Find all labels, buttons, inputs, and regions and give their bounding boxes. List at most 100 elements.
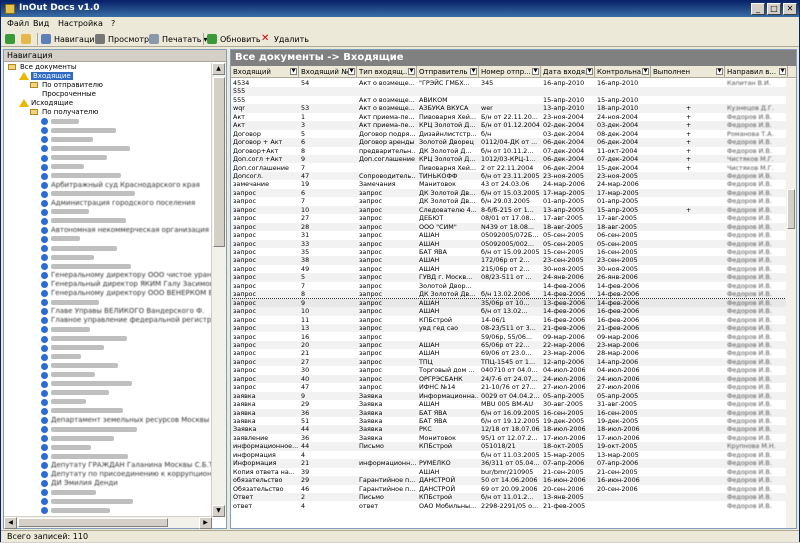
table-row[interactable]: Акт 3 Акт приема-пе... КРЦ Золотой Д... Б/н … bbox=[231, 121, 788, 130]
table-row[interactable]: запрос 27 запрос ТПЦ ТПЦ-1545 от 1... 12-апр-… bbox=[231, 357, 788, 367]
back-button[interactable] bbox=[5, 32, 18, 46]
table-row[interactable]: запрос 28 запрос ООО "СИМ" N439 от 18.08... 1… bbox=[231, 222, 788, 232]
table-row[interactable]: запрос 8 запрос ДК Золотой Дв... б/н 13.02.2… bbox=[231, 290, 788, 299]
tree-recipient-item[interactable] bbox=[41, 253, 94, 262]
tree-node[interactable]: По отправителю bbox=[30, 81, 103, 90]
table-row[interactable]: запрос 35 запрос БАТ ЯВА б/н от 15.09.2005 15… bbox=[231, 248, 788, 256]
tree-recipient-item[interactable] bbox=[41, 117, 79, 126]
grid-scroll-thumb[interactable] bbox=[787, 189, 795, 229]
table-row[interactable]: запрос 7 запрос ДК Золотой Дв... б/н 29.03.2… bbox=[231, 197, 788, 205]
tree-recipient-item[interactable] bbox=[41, 398, 86, 407]
table-row[interactable]: запрос 21 запрос АШАН 69/06 от 23.0... 23-мар… bbox=[231, 349, 788, 357]
grid-vertical-scrollbar[interactable] bbox=[786, 79, 796, 528]
column-header[interactable]: Контрольна... ▼ bbox=[595, 66, 651, 78]
tree-recipient-item[interactable] bbox=[41, 443, 91, 452]
table-row[interactable]: запрос 30 запрос Торговый дом ... 040710 от … bbox=[231, 366, 788, 374]
table-row[interactable]: заявка 29 Заявка АШАН МВU 005 ВМ-АU 30-авг-20… bbox=[231, 400, 788, 408]
column-header[interactable]: Тип входящ... ▼ bbox=[357, 66, 417, 78]
table-row[interactable]: запрос 10 запрос АШАН б/н от 13.02... 14-фев-… bbox=[231, 307, 788, 316]
column-header[interactable]: Дата входя... ▼ bbox=[541, 66, 595, 78]
tree-recipient-item[interactable]: Главе Управы ВЕЛИКОГО Вандерского Ф. bbox=[41, 307, 204, 316]
tree-recipient-item[interactable] bbox=[41, 172, 121, 181]
navigation-button[interactable]: Навигация bbox=[41, 32, 99, 46]
tree-recipient-item[interactable]: Депутату по присоединению к коррупционно… bbox=[41, 470, 212, 479]
table-row[interactable]: запрос 13 запрос увд гед сао 08-23/511 от 3.… bbox=[231, 324, 788, 333]
table-row[interactable]: заявление 36 Заявка Монитовок 95/1 от 12.07.… bbox=[231, 434, 788, 442]
tree-recipient-item[interactable] bbox=[41, 262, 131, 271]
tree-recipient-item[interactable]: Генеральному директору ООО чистое уранно… bbox=[41, 271, 212, 280]
menu-settings[interactable]: Настройка bbox=[58, 19, 103, 28]
column-header[interactable]: Выполнен ▼ bbox=[651, 66, 725, 78]
table-row[interactable]: запрос 27 запрос ДЕБЮТ 08/01 от 17.08... 17-а… bbox=[231, 214, 788, 222]
scroll-left-arrow[interactable]: ◀ bbox=[4, 517, 17, 529]
table-row[interactable]: Информация 21 информационн... РУМЕЛКО 36/311… bbox=[231, 459, 788, 468]
filter-dropdown-icon[interactable]: ▼ bbox=[716, 68, 723, 75]
tree-recipient-item[interactable] bbox=[41, 362, 118, 371]
table-row[interactable]: заявка 51 Заявка БАТ ЯВА б/н от 19.12.2005 19… bbox=[231, 417, 788, 425]
tree-recipient-item[interactable] bbox=[41, 452, 128, 461]
tree-recipient-item[interactable] bbox=[41, 425, 137, 434]
preview-button[interactable]: Просмотр bbox=[95, 32, 149, 46]
filter-dropdown-icon[interactable]: ▼ bbox=[642, 68, 649, 75]
tree-node[interactable]: По получателю bbox=[30, 108, 98, 117]
tree-recipient-item[interactable] bbox=[41, 407, 123, 416]
tree-recipient-item[interactable]: Главное управление федеральной регистрац… bbox=[41, 316, 212, 325]
table-row[interactable]: запрос 31 запрос АШАН 05092005/072Б... 05-сен… bbox=[231, 231, 788, 239]
table-row[interactable]: запрос 16 запрос 59/06р, 55/06... 09-мар-200… bbox=[231, 333, 788, 341]
table-row[interactable]: wqr 53 Акт о возмеще... АЗБУКА ВКУСА wer 13-а… bbox=[231, 104, 788, 113]
table-row[interactable]: запрос 40 запрос ОРГРЭСБАНК 24/7-6 от 24.07.… bbox=[231, 374, 788, 384]
table-row[interactable]: запрос 11 запрос КПБстрой 14-06/1 16-фев-2006… bbox=[231, 316, 788, 324]
filter-dropdown-icon[interactable]: ▼ bbox=[470, 68, 477, 75]
table-row[interactable]: 4534 54 Акт о возмеще... "ГРЭЙС ГМБХ... 345 1… bbox=[231, 79, 788, 87]
column-header[interactable]: Входящий ▼ bbox=[231, 66, 299, 78]
tree-recipient-item[interactable] bbox=[41, 235, 80, 244]
tree-recipient-item[interactable] bbox=[41, 389, 109, 398]
table-row[interactable]: запрос 38 запрос АШАН 172/06р от 2... 23-сен-… bbox=[231, 256, 788, 265]
tree-recipient-item[interactable] bbox=[41, 154, 107, 163]
filter-dropdown-icon[interactable]: ▼ bbox=[408, 68, 415, 75]
tree-recipient-item[interactable] bbox=[41, 325, 90, 334]
tree-recipient-item[interactable] bbox=[41, 497, 133, 506]
filter-dropdown-icon[interactable]: ▼ bbox=[290, 68, 297, 75]
open-button[interactable] bbox=[21, 32, 34, 46]
table-row[interactable]: обязательство 29 Гарантийное п... ДАНСТРОЙ 5… bbox=[231, 476, 788, 485]
table-row[interactable]: запрос 10 запрос Следователю 4... 8-б/б-215 … bbox=[231, 205, 788, 215]
menu-file[interactable]: Файл bbox=[7, 19, 29, 28]
table-row[interactable]: Копия ответа на... 39 АШАН bur/bmr/210905 21… bbox=[231, 468, 788, 476]
tree-node[interactable]: Все документы bbox=[8, 63, 76, 72]
maximize-button[interactable]: □ bbox=[767, 3, 781, 15]
menu-view[interactable]: Вид bbox=[33, 19, 49, 28]
tree-recipient-item[interactable] bbox=[41, 190, 135, 199]
tree-recipient-item[interactable] bbox=[41, 434, 114, 443]
table-row[interactable]: запрос 9 запрос АШАН 35/06р от 10... 13-фев-2… bbox=[231, 297, 788, 309]
table-row[interactable]: запрос 6 запрос ДК Золотой Дв... б/н от 15.0… bbox=[231, 188, 788, 198]
tree-recipient-item[interactable] bbox=[41, 344, 104, 353]
column-header[interactable]: Направил в... ▼ bbox=[725, 66, 788, 78]
table-row[interactable]: Договор+Акт 8 предварительн... ДК Золотой Д… bbox=[231, 147, 788, 155]
table-row[interactable]: ответ 4 ответ ОАО Мобильны... 2298-2291/05 о… bbox=[231, 502, 788, 510]
documents-grid[interactable]: 4534 54 Акт о возмеще... "ГРЭЙС ГМБХ... 345 1… bbox=[231, 79, 788, 528]
table-row[interactable]: запрос 5 запрос ГУВД г. Москв... 08/23-511 о… bbox=[231, 273, 788, 282]
scroll-down-arrow[interactable]: ▼ bbox=[212, 505, 225, 517]
table-row[interactable]: заявка 36 Заявка БАТ ЯВА б/н от 16.09.2005 16… bbox=[231, 408, 788, 417]
tree-node[interactable]: Просроченные bbox=[30, 90, 96, 99]
tree-recipient-item[interactable]: Генеральный директор ЯКИМ Галу Засимова … bbox=[41, 280, 212, 289]
column-header[interactable]: Номер отпр... ▼ bbox=[479, 66, 541, 78]
table-row[interactable]: Договор 5 Договор подря... Дизайнлистстр...… bbox=[231, 130, 788, 138]
tree-recipient-item[interactable]: ДИ Эмилия Денди bbox=[41, 479, 118, 488]
filter-dropdown-icon[interactable]: ▼ bbox=[586, 68, 593, 75]
table-row[interactable]: Доп.соглашение 7 Пивоварня Хей... 2 от 22.1… bbox=[231, 164, 788, 172]
filter-dropdown-icon[interactable]: ▼ bbox=[779, 68, 786, 75]
tree-recipient-item[interactable] bbox=[41, 126, 116, 135]
tree-recipient-item[interactable] bbox=[41, 335, 127, 344]
tree-recipient-item[interactable]: Автономная некоммерческая организация ЦА… bbox=[41, 226, 212, 235]
tree-vertical-scrollbar[interactable]: ▲ ▼ bbox=[211, 63, 226, 517]
tree-recipient-item[interactable] bbox=[41, 163, 84, 172]
scroll-thumb-horizontal[interactable] bbox=[18, 518, 168, 527]
tree-recipient-item[interactable] bbox=[41, 135, 93, 144]
table-row[interactable]: информационное... 44 Письмо КПБстрой 051018/… bbox=[231, 442, 788, 451]
tree-recipient-item[interactable]: Администрация городского поселения bbox=[41, 199, 195, 208]
refresh-button[interactable]: Обновить bbox=[207, 32, 261, 46]
table-row[interactable]: 555 bbox=[231, 87, 788, 96]
table-row[interactable]: Ответ 2 Письмо КПБстрой б/н от 11.01.2... 13-… bbox=[231, 493, 788, 502]
